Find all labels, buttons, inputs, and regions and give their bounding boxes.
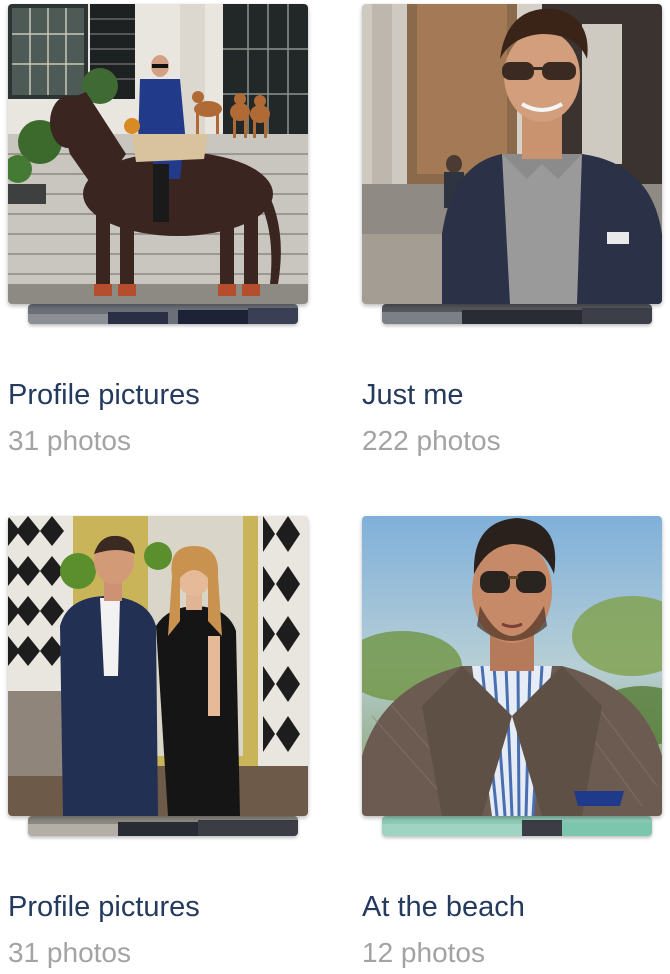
album-photo-count: 12 photos xyxy=(362,937,485,968)
album-card[interactable]: Just me 222 photos xyxy=(362,4,662,458)
album-cover-stack[interactable] xyxy=(8,4,308,326)
album-photo-count: 222 photos xyxy=(362,425,501,456)
album-title: At the beach xyxy=(362,891,525,923)
album-stack-back-photo xyxy=(28,816,298,836)
album-stack-back-photo xyxy=(382,304,652,324)
album-cover-photo xyxy=(8,516,308,816)
album-card[interactable]: At the beach 12 photos xyxy=(362,516,662,970)
album-cover-photo xyxy=(8,4,308,304)
album-cover-photo xyxy=(362,4,662,304)
album-title: Just me xyxy=(362,379,464,411)
album-card[interactable]: Profile pictures 31 photos xyxy=(8,516,308,970)
album-cover-stack[interactable] xyxy=(362,516,662,838)
album-card[interactable]: Profile pictures 31 photos xyxy=(8,4,308,458)
album-title: Profile pictures xyxy=(8,891,200,923)
album-photo-count: 31 photos xyxy=(8,937,131,968)
album-cover-stack[interactable] xyxy=(8,516,308,838)
album-grid: Profile pictures 31 photos Just me 222 p… xyxy=(0,0,670,974)
album-stack-back-photo xyxy=(382,816,652,836)
album-cover-photo xyxy=(362,516,662,816)
album-stack-back-photo xyxy=(28,304,298,324)
album-cover-stack[interactable] xyxy=(362,4,662,326)
album-photo-count: 31 photos xyxy=(8,425,131,456)
album-title: Profile pictures xyxy=(8,379,200,411)
